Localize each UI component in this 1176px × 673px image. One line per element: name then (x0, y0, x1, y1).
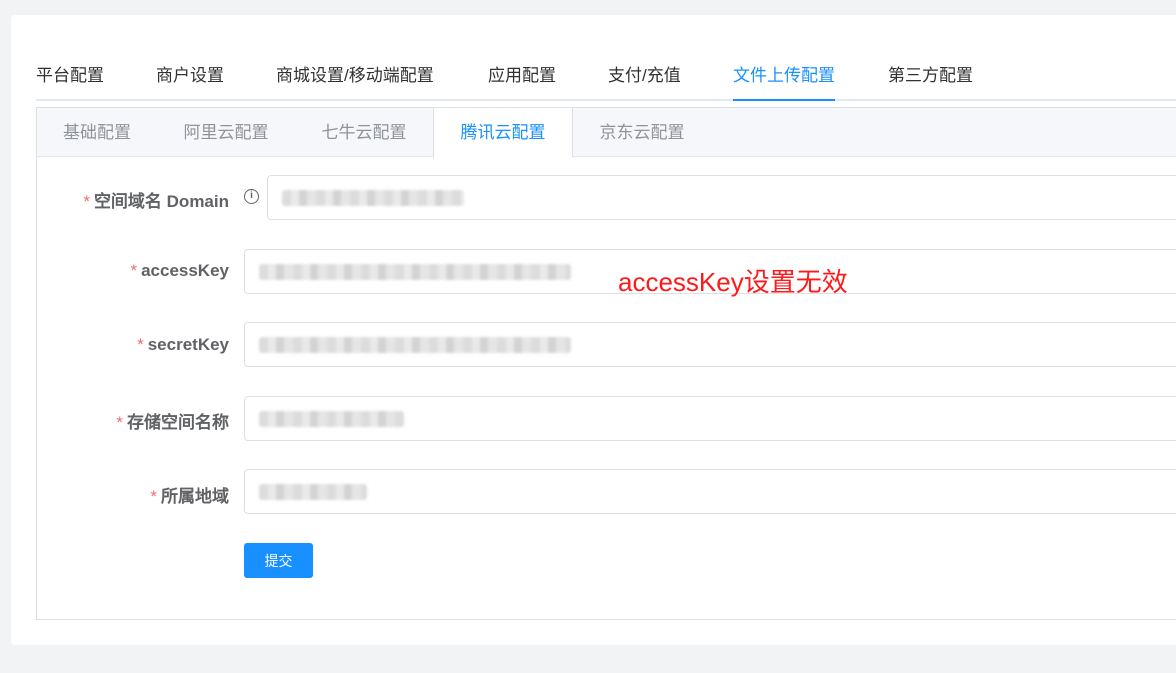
required-mark: * (116, 413, 123, 432)
masked-value (282, 190, 464, 206)
tab-jd-cloud-config[interactable]: 京东云配置 (573, 108, 711, 157)
access-key-label: * accessKey (130, 261, 229, 281)
annotation-text: accessKey设置无效 (618, 267, 848, 297)
tab-merchant-settings[interactable]: 商户设置 (156, 64, 224, 88)
secret-key-label-text: secretKey (147, 335, 229, 354)
access-key-label-text: accessKey (141, 261, 229, 280)
tab-tencent-cloud-config[interactable]: 腾讯云配置 (433, 108, 573, 158)
domain-label: * 空间域名 Domain (83, 187, 229, 212)
masked-value (259, 337, 571, 353)
required-mark: * (130, 261, 138, 280)
tab-app-config[interactable]: 应用配置 (488, 64, 556, 88)
info-icon[interactable]: i (244, 189, 259, 204)
tab-aliyun-config[interactable]: 阿里云配置 (157, 108, 295, 157)
submit-button[interactable]: 提交 (244, 543, 313, 578)
region-label: * 所属地域 (150, 482, 229, 507)
region-input[interactable] (244, 469, 1176, 514)
domain-label-text: 空间域名 Domain (93, 192, 229, 211)
required-mark: * (150, 487, 157, 506)
tab-basic-config[interactable]: 基础配置 (37, 108, 157, 157)
top-tab-bar: 平台配置 商户设置 商城设置/移动端配置 应用配置 支付/充值 文件上传配置 第… (36, 12, 1176, 102)
secret-key-input[interactable] (244, 322, 1176, 367)
required-mark: * (137, 335, 144, 354)
tab-payment-recharge[interactable]: 支付/充值 (608, 64, 681, 88)
cloud-tab-bar: 基础配置 阿里云配置 七牛云配置 腾讯云配置 京东云配置 (37, 108, 1176, 158)
tab-file-upload-config[interactable]: 文件上传配置 (733, 64, 835, 101)
tab-qiniu-config[interactable]: 七牛云配置 (295, 108, 433, 157)
required-mark: * (83, 192, 90, 211)
tab-platform-config[interactable]: 平台配置 (36, 64, 104, 88)
bucket-name-input[interactable] (244, 396, 1176, 441)
secret-key-label: * secretKey (137, 335, 229, 355)
masked-value (259, 484, 367, 500)
bucket-name-label: * 存储空间名称 (116, 408, 229, 433)
masked-value (259, 411, 404, 427)
domain-input[interactable] (267, 175, 1176, 220)
tab-mall-mobile-config[interactable]: 商城设置/移动端配置 (276, 64, 434, 88)
masked-value (259, 264, 571, 280)
bucket-name-label-text: 存储空间名称 (127, 413, 229, 432)
region-label-text: 所属地域 (161, 487, 229, 506)
tab-third-party-config[interactable]: 第三方配置 (888, 64, 973, 88)
